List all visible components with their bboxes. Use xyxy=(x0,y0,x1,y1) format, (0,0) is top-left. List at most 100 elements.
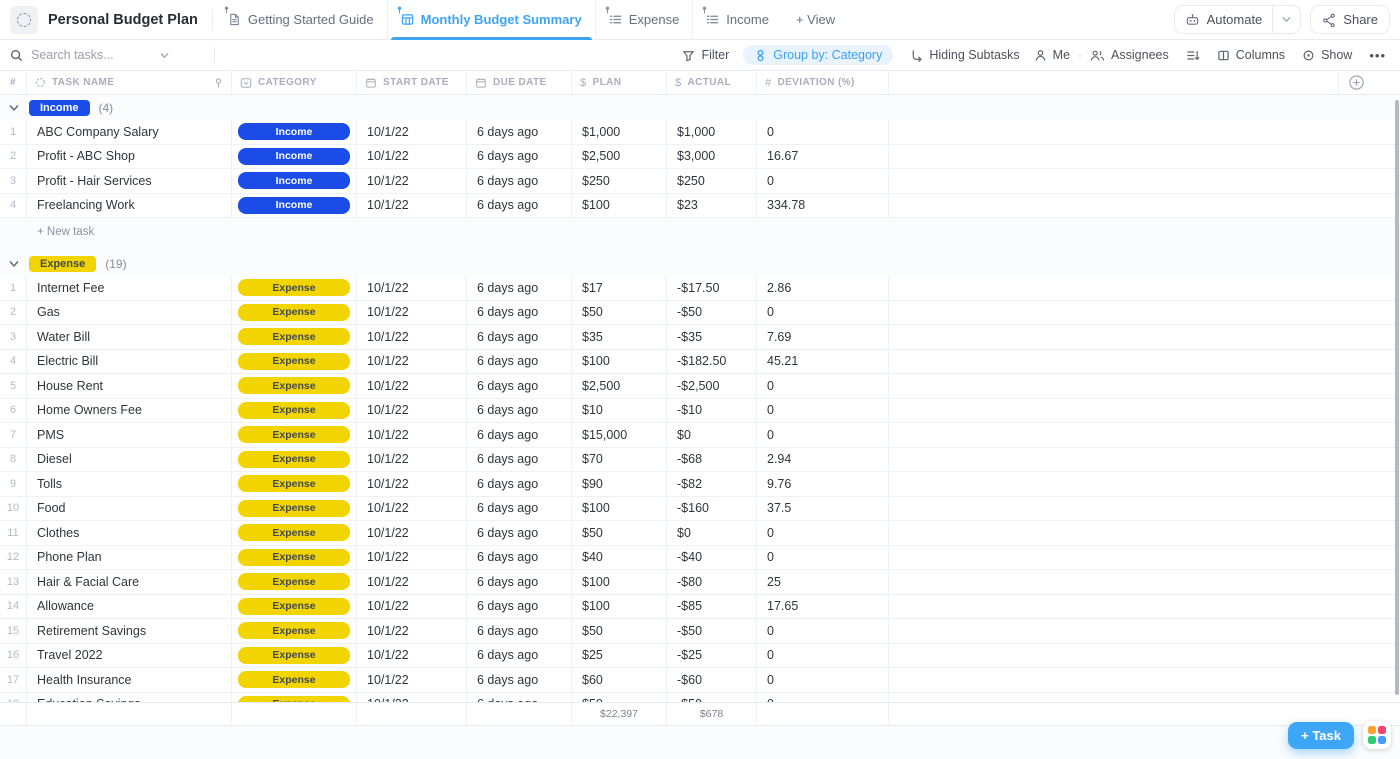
actual-value[interactable]: -$35 xyxy=(667,325,757,349)
due-date[interactable]: 6 days ago xyxy=(467,619,572,643)
plan-value[interactable]: $10 xyxy=(572,399,667,423)
more-options-button[interactable]: ••• xyxy=(1369,48,1386,63)
category-badge-expense[interactable]: Expense xyxy=(238,475,350,492)
add-task-button[interactable]: + Task xyxy=(1288,722,1354,749)
category-badge-expense[interactable]: Expense xyxy=(238,696,350,702)
column-header-deviation[interactable]: # DEVIATION (%) xyxy=(757,71,889,94)
task-name[interactable]: Internet Fee xyxy=(27,276,232,300)
column-header-category[interactable]: CATEGORY xyxy=(232,71,357,94)
start-date[interactable]: 10/1/22 xyxy=(357,521,467,545)
plan-value[interactable]: $40 xyxy=(572,546,667,570)
category-badge-income[interactable]: Income xyxy=(238,123,350,140)
task-name[interactable]: Food xyxy=(27,497,232,521)
task-name[interactable]: Retirement Savings xyxy=(27,619,232,643)
task-name[interactable]: Diesel xyxy=(27,448,232,472)
column-header-plan[interactable]: $ PLAN xyxy=(572,71,667,94)
category-badge-expense[interactable]: Expense xyxy=(238,377,350,394)
plan-value[interactable]: $250 xyxy=(572,169,667,193)
actual-value[interactable]: -$182.50 xyxy=(667,350,757,374)
start-date[interactable]: 10/1/22 xyxy=(357,546,467,570)
automate-dropdown-button[interactable] xyxy=(1272,6,1300,33)
deviation-value[interactable]: 0 xyxy=(757,169,889,193)
actual-value[interactable]: $250 xyxy=(667,169,757,193)
actual-value[interactable]: -$10 xyxy=(667,399,757,423)
column-header-task-name[interactable]: TASK NAME xyxy=(27,71,232,94)
due-date[interactable]: 6 days ago xyxy=(467,644,572,668)
column-header-number[interactable]: # xyxy=(0,71,27,94)
plan-value[interactable]: $50 xyxy=(572,693,667,703)
due-date[interactable]: 6 days ago xyxy=(467,169,572,193)
actual-value[interactable]: -$80 xyxy=(667,570,757,594)
actual-value[interactable]: $23 xyxy=(667,194,757,218)
start-date[interactable]: 10/1/22 xyxy=(357,595,467,619)
task-name[interactable]: Water Bill xyxy=(27,325,232,349)
due-date[interactable]: 6 days ago xyxy=(467,276,572,300)
plan-value[interactable]: $17 xyxy=(572,276,667,300)
plan-value[interactable]: $70 xyxy=(572,448,667,472)
due-date[interactable]: 6 days ago xyxy=(467,399,572,423)
plan-value[interactable]: $100 xyxy=(572,194,667,218)
plan-value[interactable]: $90 xyxy=(572,472,667,496)
deviation-value[interactable]: 0 xyxy=(757,644,889,668)
start-date[interactable]: 10/1/22 xyxy=(357,194,467,218)
hiding-subtasks-button[interactable]: Hiding Subtasks xyxy=(910,48,1019,62)
deviation-value[interactable]: 0 xyxy=(757,668,889,692)
columns-button[interactable]: Columns xyxy=(1217,48,1285,62)
column-header-start-date[interactable]: START DATE xyxy=(357,71,467,94)
category-badge-income[interactable]: Income xyxy=(238,172,350,189)
group-badge-income[interactable]: Income xyxy=(29,100,90,116)
deviation-value[interactable]: 17.65 xyxy=(757,595,889,619)
category-badge-expense[interactable]: Expense xyxy=(238,671,350,688)
due-date[interactable]: 6 days ago xyxy=(467,497,572,521)
actual-value[interactable]: -$50 xyxy=(667,619,757,643)
start-date[interactable]: 10/1/22 xyxy=(357,374,467,398)
start-date[interactable]: 10/1/22 xyxy=(357,644,467,668)
group-by-button[interactable]: Group by: Category xyxy=(743,45,893,65)
actual-value[interactable]: -$25 xyxy=(667,644,757,668)
task-name[interactable]: Travel 2022 xyxy=(27,644,232,668)
plan-value[interactable]: $100 xyxy=(572,595,667,619)
task-name[interactable]: Gas xyxy=(27,301,232,325)
tab-getting-started-guide[interactable]: Getting Started Guide xyxy=(215,0,387,40)
due-date[interactable]: 6 days ago xyxy=(467,120,572,144)
due-date[interactable]: 6 days ago xyxy=(467,448,572,472)
start-date[interactable]: 10/1/22 xyxy=(357,145,467,169)
category-badge-expense[interactable]: Expense xyxy=(238,598,350,615)
plan-value[interactable]: $25 xyxy=(572,644,667,668)
category-badge-expense[interactable]: Expense xyxy=(238,549,350,566)
actual-value[interactable]: -$17.50 xyxy=(667,276,757,300)
actual-value[interactable]: -$160 xyxy=(667,497,757,521)
actual-value[interactable]: -$40 xyxy=(667,546,757,570)
start-date[interactable]: 10/1/22 xyxy=(357,668,467,692)
actual-value[interactable]: -$2,500 xyxy=(667,374,757,398)
column-header-due-date[interactable]: DUE DATE xyxy=(467,71,572,94)
actual-value[interactable]: -$82 xyxy=(667,472,757,496)
deviation-value[interactable]: 45.21 xyxy=(757,350,889,374)
share-button[interactable]: Share xyxy=(1310,5,1390,34)
sort-order-button[interactable] xyxy=(1186,49,1200,62)
actual-value[interactable]: $1,000 xyxy=(667,120,757,144)
deviation-value[interactable]: 0 xyxy=(757,120,889,144)
due-date[interactable]: 6 days ago xyxy=(467,374,572,398)
add-column-button[interactable] xyxy=(1338,71,1374,94)
category-badge-expense[interactable]: Expense xyxy=(238,647,350,664)
category-badge-expense[interactable]: Expense xyxy=(238,279,350,296)
group-badge-expense[interactable]: Expense xyxy=(29,256,96,272)
show-button[interactable]: Show xyxy=(1302,48,1352,62)
due-date[interactable]: 6 days ago xyxy=(467,472,572,496)
deviation-value[interactable]: 7.69 xyxy=(757,325,889,349)
deviation-value[interactable]: 2.94 xyxy=(757,448,889,472)
task-name[interactable]: Home Owners Fee xyxy=(27,399,232,423)
due-date[interactable]: 6 days ago xyxy=(467,194,572,218)
category-badge-expense[interactable]: Expense xyxy=(238,573,350,590)
start-date[interactable]: 10/1/22 xyxy=(357,120,467,144)
start-date[interactable]: 10/1/22 xyxy=(357,399,467,423)
start-date[interactable]: 10/1/22 xyxy=(357,423,467,447)
deviation-value[interactable]: 0 xyxy=(757,693,889,703)
deviation-value[interactable]: 0 xyxy=(757,399,889,423)
deviation-value[interactable]: 9.76 xyxy=(757,472,889,496)
plan-value[interactable]: $100 xyxy=(572,570,667,594)
plan-value[interactable]: $2,500 xyxy=(572,374,667,398)
due-date[interactable]: 6 days ago xyxy=(467,693,572,703)
category-badge-expense[interactable]: Expense xyxy=(238,524,350,541)
